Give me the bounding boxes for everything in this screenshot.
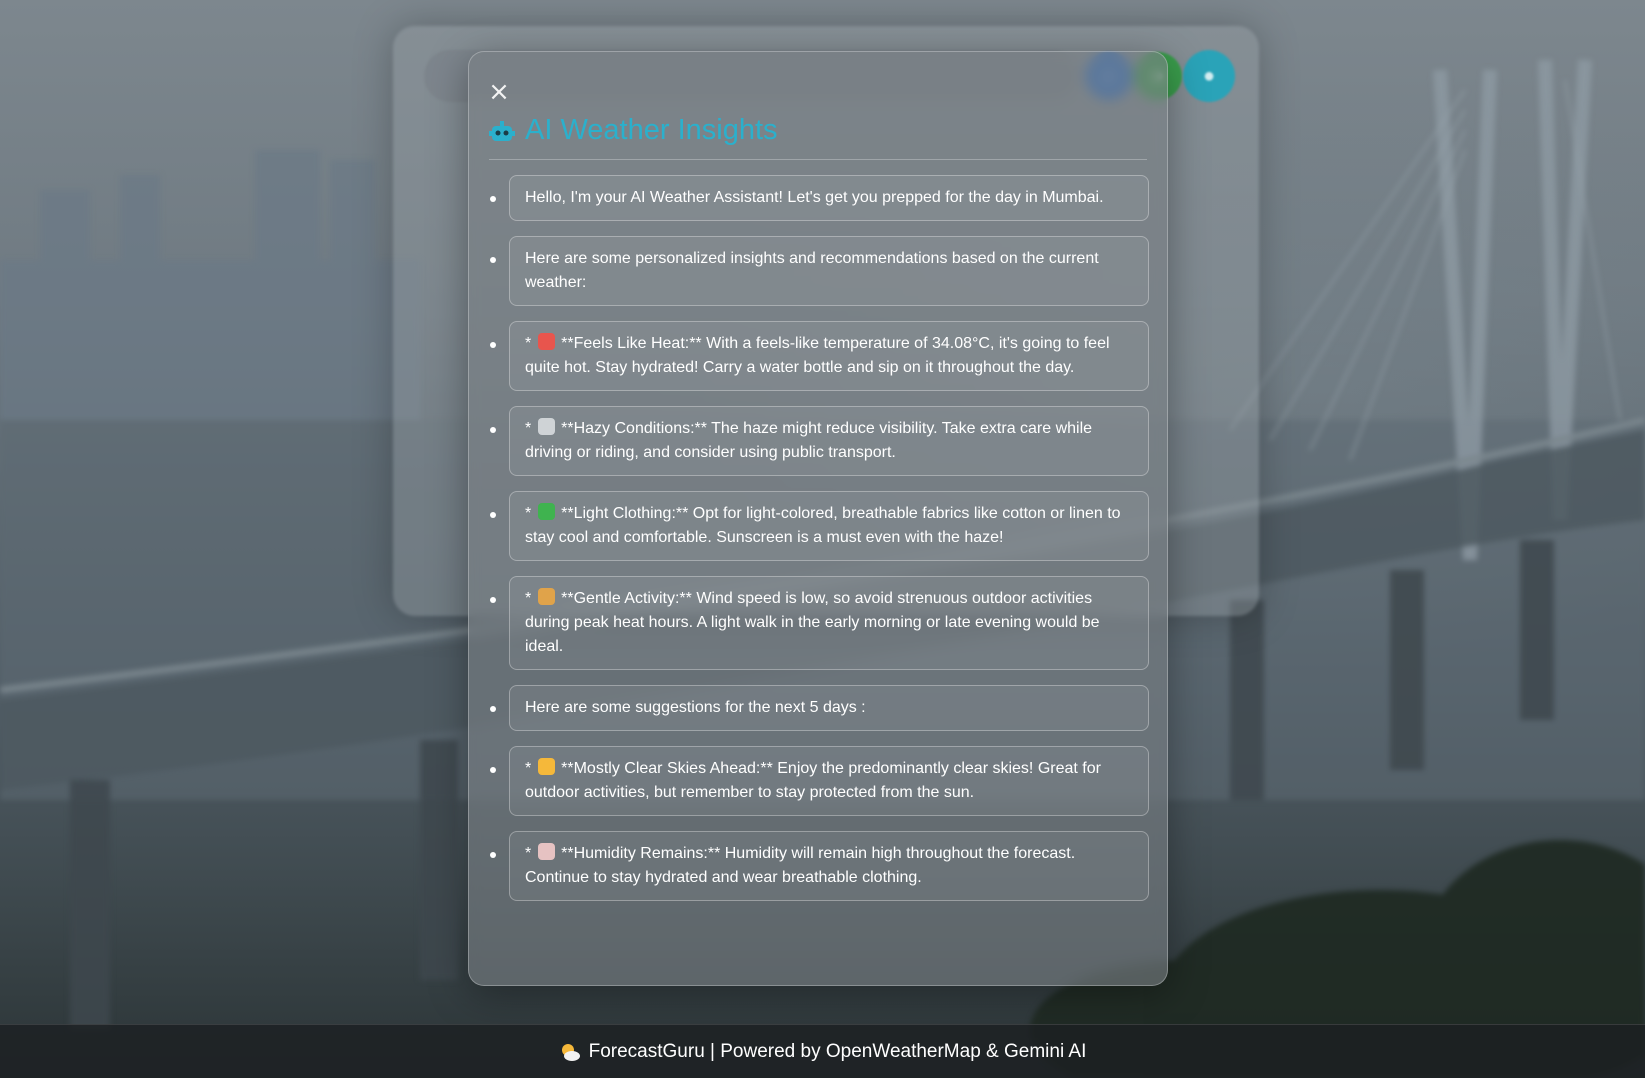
footer: ForecastGuru | Powered by OpenWeatherMap…: [0, 1024, 1645, 1078]
insight-text: Hello, I'm your AI Weather Assistant! Le…: [525, 189, 1104, 206]
bullet-asterisk: *: [525, 760, 532, 777]
insight-text: **Gentle Activity:** Wind speed is low, …: [525, 590, 1100, 655]
sun-behind-cloud-icon: [559, 1042, 581, 1062]
sun-behind-cloud-icon: [537, 758, 555, 775]
insight-item: Hello, I'm your AI Weather Assistant! Le…: [490, 175, 1149, 221]
insight-text: **Hazy Conditions:** The haze might redu…: [525, 420, 1093, 461]
insight-text: Here are some personalized insights and …: [525, 250, 1099, 291]
robot-icon: [489, 119, 515, 143]
insight-item: * **Mostly Clear Skies Ahead:** Enjoy th…: [490, 746, 1149, 816]
lotion-bottle-icon: [537, 843, 555, 860]
bullet-asterisk: *: [525, 335, 532, 352]
insight-item: * **Gentle Activity:** Wind speed is low…: [490, 576, 1149, 670]
walking-person-icon: [537, 588, 555, 605]
ai-insights-modal: × AI Weather Insights Hello, I'm your AI…: [468, 51, 1168, 986]
footer-text: ForecastGuru | Powered by OpenWeatherMap…: [588, 1040, 1087, 1062]
insight-text: **Humidity Remains:** Humidity will rema…: [525, 845, 1076, 886]
bullet-asterisk: *: [525, 420, 532, 437]
t-shirt-icon: [537, 503, 555, 520]
insights-list: Hello, I'm your AI Weather Assistant! Le…: [489, 175, 1149, 916]
close-modal-button[interactable]: ×: [487, 79, 511, 105]
insight-text: **Mostly Clear Skies Ahead:** Enjoy the …: [525, 760, 1101, 801]
bullet-asterisk: *: [525, 505, 532, 522]
insight-text: Here are some suggestions for the next 5…: [525, 699, 866, 716]
insight-text: **Feels Like Heat:** With a feels-like t…: [525, 335, 1110, 376]
bullet-asterisk: *: [525, 845, 532, 862]
modal-title: AI Weather Insights: [489, 114, 1147, 160]
insight-text: **Light Clothing:** Opt for light-colore…: [525, 505, 1121, 546]
insight-item: Here are some personalized insights and …: [490, 236, 1149, 306]
modal-title-text: AI Weather Insights: [525, 114, 778, 146]
insight-item: * **Feels Like Heat:** With a feels-like…: [490, 321, 1149, 391]
ai-insights-button[interactable]: ●: [1183, 50, 1235, 102]
fog-icon: [537, 418, 555, 435]
bullet-asterisk: *: [525, 590, 532, 607]
insight-item: Here are some suggestions for the next 5…: [490, 685, 1149, 731]
insight-item: * **Hazy Conditions:** The haze might re…: [490, 406, 1149, 476]
robot-icon: ●: [1202, 64, 1216, 87]
hot-face-icon: [537, 333, 555, 350]
insight-item: * **Light Clothing:** Opt for light-colo…: [490, 491, 1149, 561]
insight-item: * **Humidity Remains:** Humidity will re…: [490, 831, 1149, 901]
